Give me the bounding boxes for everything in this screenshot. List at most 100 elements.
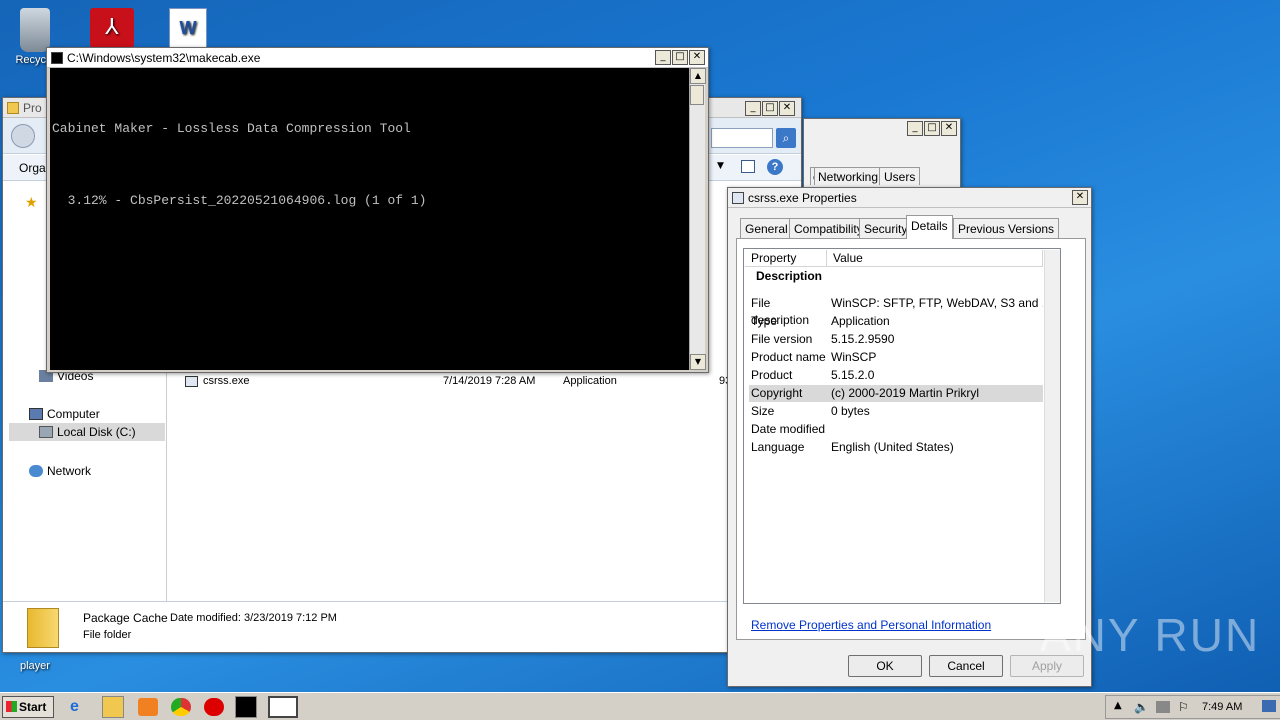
minimize-button[interactable]: _ — [745, 101, 761, 116]
close-button[interactable]: ✕ — [1072, 190, 1088, 205]
property-row[interactable]: File description WinSCP: SFTP, FTP, WebDA… — [749, 295, 1043, 327]
property-key: Date modified — [751, 422, 826, 436]
property-row[interactable]: Product version 5.15.2.0 — [749, 367, 1043, 399]
col-value[interactable]: Value — [827, 250, 1043, 266]
nav-computer-label: Computer — [47, 407, 100, 421]
favorites-star-icon: ★ — [25, 195, 38, 211]
explorer-taskbar-icon[interactable] — [102, 696, 124, 718]
file-row[interactable]: csrss.exe 7/14/2019 7:28 AM Application … — [183, 374, 743, 392]
nav-item-computer[interactable]: Computer — [29, 407, 100, 421]
details-kind: File folder — [83, 629, 132, 641]
property-row[interactable]: Language English (United States) — [749, 439, 1043, 456]
property-row[interactable]: Product name WinSCP — [749, 349, 1043, 366]
property-row[interactable]: Size 0 bytes — [749, 403, 1043, 420]
show-desktop-icon[interactable] — [1262, 700, 1276, 712]
tab-users[interactable]: Users — [879, 167, 921, 185]
props-title: csrss.exe Properties — [748, 190, 857, 205]
console-line-1: Cabinet Maker - Lossless Data Compressio… — [52, 121, 411, 136]
property-row[interactable]: Type Application — [749, 313, 1043, 330]
maximize-button[interactable]: □ — [762, 101, 778, 116]
scroll-down-icon[interactable]: ▼ — [690, 354, 706, 370]
property-key: File description — [751, 296, 810, 327]
file-name: csrss.exe — [203, 375, 250, 387]
tray-arrow-icon[interactable]: ▲ — [1114, 700, 1122, 711]
list-header: Property Value — [745, 250, 1043, 267]
makecab-console-window: C:\Windows\system32\makecab.exe _ □ ✕ Ca… — [46, 47, 709, 373]
property-value: (c) 2000-2019 Martin Prikryl — [831, 386, 980, 400]
details-pane: Package Cache Date modified: 3/23/2019 7… — [3, 601, 801, 652]
property-value: 5.15.2.0 — [831, 368, 875, 382]
back-button[interactable] — [11, 124, 35, 148]
console-taskbar-icon[interactable] — [235, 696, 257, 718]
console-line-2: 3.12% - CbsPersist_20220521064906.log (1… — [52, 193, 427, 208]
network-tray-icon[interactable] — [1156, 701, 1170, 713]
tab-networking[interactable]: Networking — [814, 167, 883, 185]
details-date-label: Date modified: — [170, 612, 241, 624]
details-list[interactable]: Property Value Description File descript… — [743, 248, 1061, 604]
word-document-icon[interactable]: W — [158, 8, 218, 50]
pdf-reader-icon[interactable]: ⅄ — [82, 8, 142, 50]
console-title: C:\Windows\system32\makecab.exe — [67, 50, 261, 65]
property-row[interactable]: Date modified — [749, 421, 1043, 438]
scroll-up-icon[interactable]: ▲ — [690, 68, 706, 84]
dropdown-arrow-icon[interactable]: ▼ — [717, 161, 724, 171]
tab-details[interactable]: Details — [906, 215, 953, 239]
ok-button[interactable]: OK — [848, 655, 922, 677]
chrome-icon[interactable] — [171, 698, 191, 716]
nav-item-network[interactable]: Network — [29, 464, 91, 478]
opera-icon[interactable] — [204, 698, 224, 716]
explorer-title: Pro — [23, 100, 42, 115]
preview-pane-icon[interactable] — [741, 160, 755, 173]
computer-icon — [29, 408, 43, 420]
maximize-button[interactable]: □ — [924, 121, 940, 136]
list-scrollbar[interactable] — [1044, 250, 1060, 602]
cancel-button[interactable]: Cancel — [929, 655, 1003, 677]
media-player-icon[interactable] — [138, 698, 158, 716]
flag-icon[interactable]: ⚐ — [1178, 700, 1189, 714]
console-output[interactable]: Cabinet Maker - Lossless Data Compressio… — [50, 68, 690, 370]
close-button[interactable]: ✕ — [689, 50, 705, 65]
organize-button[interactable]: Orga — [19, 161, 46, 175]
console-titlebar[interactable]: C:\Windows\system32\makecab.exe — [47, 48, 708, 68]
properties-taskbar-icon[interactable] — [268, 696, 298, 718]
start-button[interactable]: Start — [2, 696, 54, 718]
file-type: Application — [563, 375, 617, 387]
network-icon — [29, 465, 43, 477]
property-value: English (United States) — [831, 440, 954, 454]
nav-network-label: Network — [47, 464, 92, 478]
search-icon[interactable]: ⌕ — [776, 128, 796, 148]
property-row[interactable]: File version 5.15.2.9590 — [749, 331, 1043, 348]
property-value: WinSCP — [831, 350, 877, 364]
close-button[interactable]: ✕ — [779, 101, 795, 116]
col-property[interactable]: Property — [745, 250, 827, 266]
property-value: WinSCP: SFTP, FTP, WebDAV, S3 and ... — [831, 296, 1043, 310]
details-date-value: 3/23/2019 7:12 PM — [244, 612, 337, 624]
details-name: Package Cache — [83, 611, 168, 625]
tab-security[interactable]: Security — [859, 218, 913, 238]
tab-general[interactable]: General — [740, 218, 793, 238]
help-icon[interactable]: ? — [767, 159, 783, 175]
scroll-thumb[interactable] — [690, 85, 704, 105]
tab-compatibility[interactable]: Compatibility — [789, 218, 868, 238]
nav-item-local-disk[interactable]: Local Disk (C:) — [9, 423, 165, 441]
minimize-button[interactable]: _ — [907, 121, 923, 136]
vertical-scrollbar[interactable]: ▲ ▼ — [689, 68, 706, 370]
property-value: 5.15.2.9590 — [831, 332, 895, 346]
close-button[interactable]: ✕ — [941, 121, 957, 136]
property-row[interactable]: Copyright (c) 2000-2019 Martin Prikryl — [749, 385, 1043, 402]
maximize-button[interactable]: □ — [672, 50, 688, 65]
property-value — [831, 421, 1043, 438]
drive-icon — [39, 426, 53, 438]
props-titlebar[interactable]: csrss.exe Properties — [728, 188, 1091, 208]
property-key: Product version — [751, 368, 793, 399]
internet-explorer-icon[interactable]: e — [70, 698, 90, 716]
property-key: Language — [751, 440, 805, 454]
search-box[interactable] — [711, 128, 773, 148]
clock[interactable]: 7:49 AM — [1202, 701, 1242, 713]
nav-local-disk-label: Local Disk (C:) — [57, 425, 136, 439]
tab-previous-versions[interactable]: Previous Versions — [953, 218, 1060, 238]
remove-properties-link[interactable]: Remove Properties and Personal Informati… — [751, 618, 991, 632]
section-description: Description — [756, 269, 823, 283]
minimize-button[interactable]: _ — [655, 50, 671, 65]
volume-icon[interactable]: 🔈 — [1134, 700, 1149, 714]
